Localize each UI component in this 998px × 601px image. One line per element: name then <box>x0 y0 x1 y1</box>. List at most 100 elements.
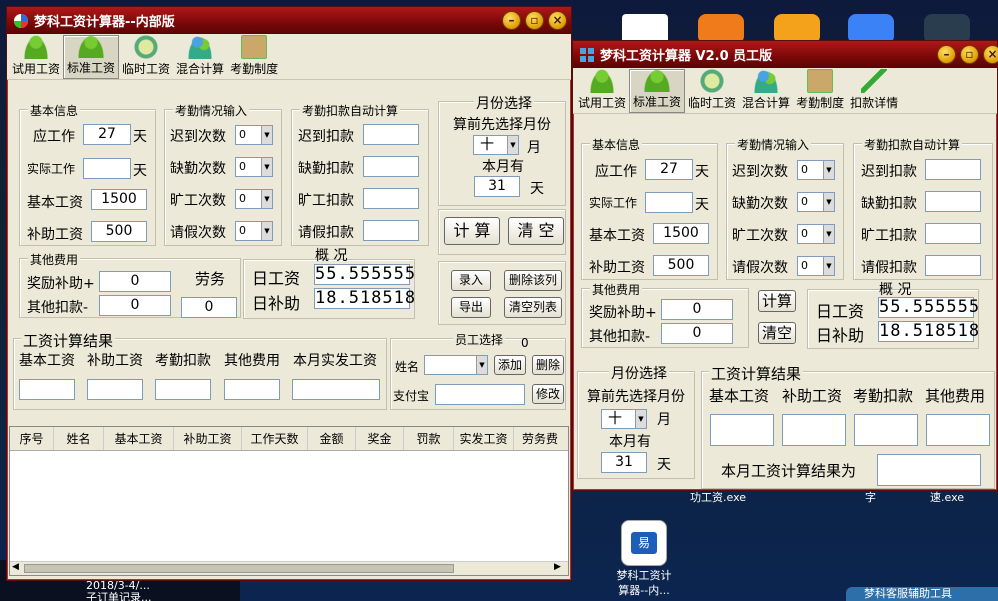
name-dropdown[interactable]: ▼ <box>424 355 488 375</box>
scroll-left-icon[interactable]: ◀ <box>12 562 19 572</box>
tool-attendance-rules[interactable]: 考勤制度 <box>227 35 281 79</box>
minimize-button[interactable]: – <box>502 11 521 30</box>
unit-day-2: 天 <box>695 197 709 213</box>
input-should-work[interactable]: 27 <box>83 124 131 145</box>
label-daily-subsidy: 日补助 <box>816 326 865 345</box>
wage-result-title: 工资计算结果 <box>709 363 804 384</box>
tool-temp-wage[interactable]: 临时工资 <box>685 69 739 113</box>
delete-staff-button[interactable]: 删除 <box>532 355 564 375</box>
input-subsidy-wage[interactable]: 500 <box>653 255 709 276</box>
input-base-wage[interactable]: 1500 <box>91 189 147 210</box>
chevron-down-icon[interactable]: ▼ <box>507 136 518 154</box>
input-absent-deduct[interactable] <box>925 191 981 212</box>
grid-col-amount[interactable]: 金额 <box>308 427 356 450</box>
grid-col-name[interactable]: 姓名 <box>54 427 104 450</box>
close-button[interactable]: × <box>983 45 998 64</box>
scroll-right-icon[interactable]: ▶ <box>554 562 561 572</box>
chevron-down-icon[interactable]: ▼ <box>823 193 834 211</box>
input-absent-deduct[interactable] <box>363 156 419 177</box>
calc-button[interactable]: 计算 <box>758 290 796 312</box>
input-actual-work[interactable] <box>83 158 131 179</box>
tool-deduct-detail[interactable]: 扣款详情 <box>847 69 901 113</box>
input-other-deduct[interactable]: 0 <box>99 295 171 316</box>
input-bonus[interactable]: 0 <box>99 271 171 292</box>
grid-col-base[interactable]: 基本工资 <box>104 427 174 450</box>
month-spin[interactable]: 十 ▼ <box>473 135 519 155</box>
record-button[interactable]: 录入 <box>451 270 491 291</box>
result-subsidy <box>782 414 846 446</box>
tool-standard-wage[interactable]: 标准工资 <box>629 69 686 113</box>
spin-truancy-count[interactable]: 0 ▼ <box>235 189 273 209</box>
chevron-down-icon[interactable]: ▼ <box>261 126 272 144</box>
grid-col-labor[interactable]: 劳务费 <box>514 427 566 450</box>
chevron-down-icon[interactable]: ▼ <box>823 161 834 179</box>
input-actual-work[interactable] <box>645 192 693 213</box>
tool-trial-wage[interactable]: 试用工资 <box>575 69 629 113</box>
label-late-count: 迟到次数 <box>170 129 226 145</box>
input-truancy-deduct[interactable] <box>363 188 419 209</box>
window-internal-titlebar[interactable]: 梦科工资计算器--内部版 – ▫ × <box>7 7 571 34</box>
input-leave-deduct[interactable] <box>925 255 981 276</box>
input-late-deduct[interactable] <box>363 124 419 145</box>
chevron-down-icon[interactable]: ▼ <box>823 225 834 243</box>
input-truancy-deduct[interactable] <box>925 223 981 244</box>
clear-list-button[interactable]: 清空列表 <box>504 297 562 318</box>
tool-standard-wage[interactable]: 标准工资 <box>63 35 120 79</box>
days-value[interactable]: 31 <box>474 176 520 197</box>
overview-title: 概 况 <box>879 282 912 298</box>
grid-col-bonus[interactable]: 奖金 <box>356 427 404 450</box>
grid-col-fine[interactable]: 罚款 <box>404 427 454 450</box>
input-subsidy-wage[interactable]: 500 <box>91 221 147 242</box>
spin-late-count[interactable]: 0 ▼ <box>235 125 273 145</box>
input-other-deduct[interactable]: 0 <box>661 323 733 344</box>
input-bonus[interactable]: 0 <box>661 299 733 320</box>
close-button[interactable]: × <box>548 11 567 30</box>
spin-absent-count[interactable]: 0 ▼ <box>235 157 273 177</box>
tool-temp-wage[interactable]: 临时工资 <box>119 35 173 79</box>
input-base-wage[interactable]: 1500 <box>653 223 709 244</box>
clear-button[interactable]: 清 空 <box>508 217 564 245</box>
scroll-thumb[interactable] <box>24 564 454 573</box>
grid-col-days[interactable]: 工作天数 <box>242 427 308 450</box>
grid-col-net[interactable]: 实发工资 <box>454 427 514 450</box>
calc-button[interactable]: 计 算 <box>444 217 500 245</box>
spin-leave-count[interactable]: 0 ▼ <box>235 221 273 241</box>
spin-late-count[interactable]: 0 ▼ <box>797 160 835 180</box>
add-staff-button[interactable]: 添加 <box>494 355 526 375</box>
input-leave-deduct[interactable] <box>363 220 419 241</box>
days-value[interactable]: 31 <box>601 452 647 473</box>
window-employee-titlebar[interactable]: 梦科工资计算器 V2.0 员工版 – ▫ × <box>573 41 998 68</box>
chevron-down-icon[interactable]: ▼ <box>261 190 272 208</box>
input-late-deduct[interactable] <box>925 159 981 180</box>
tool-mixed-calc[interactable]: 混合计算 <box>173 35 227 79</box>
spin-truancy-count[interactable]: 0 ▼ <box>797 224 835 244</box>
chevron-down-icon[interactable]: ▼ <box>261 158 272 176</box>
delete-row-button[interactable]: 删除该列 <box>504 270 562 291</box>
spin-absent-count[interactable]: 0 ▼ <box>797 192 835 212</box>
input-should-work[interactable]: 27 <box>645 159 693 180</box>
taskbar-item[interactable]: 梦科客服辅助工具 <box>846 587 998 601</box>
chevron-down-icon[interactable]: ▼ <box>261 222 272 240</box>
tool-mixed-calc[interactable]: 混合计算 <box>739 69 793 113</box>
desktop-icon-app[interactable]: 易 梦科工资计 算器--内... <box>614 520 674 598</box>
edit-staff-button[interactable]: 修改 <box>532 384 564 404</box>
maximize-button[interactable]: ▫ <box>960 45 979 64</box>
tool-trial-wage[interactable]: 试用工资 <box>9 35 63 79</box>
tool-attendance-rules[interactable]: 考勤制度 <box>793 69 847 113</box>
maximize-button[interactable]: ▫ <box>525 11 544 30</box>
input-labor[interactable]: 0 <box>181 297 237 318</box>
grid-horizontal-scrollbar[interactable]: ◀ ▶ <box>10 561 568 575</box>
app-shortcut-icon: 易 <box>621 520 667 566</box>
grid-col-index[interactable]: 序号 <box>10 427 54 450</box>
clear-button[interactable]: 清空 <box>758 322 796 344</box>
input-alipay[interactable] <box>435 384 525 405</box>
minimize-button[interactable]: – <box>937 45 956 64</box>
chevron-down-icon[interactable]: ▼ <box>823 257 834 275</box>
export-button[interactable]: 导出 <box>451 297 491 318</box>
grid-col-subsidy[interactable]: 补助工资 <box>174 427 242 450</box>
chevron-down-icon[interactable]: ▼ <box>635 410 646 428</box>
staff-grid[interactable]: 序号 姓名 基本工资 补助工资 工作天数 金额 奖金 罚款 实发工资 劳务费 ◀… <box>9 426 569 576</box>
month-spin[interactable]: 十 ▼ <box>601 409 647 429</box>
spin-leave-count[interactable]: 0 ▼ <box>797 256 835 276</box>
chevron-down-icon[interactable]: ▼ <box>476 356 487 374</box>
